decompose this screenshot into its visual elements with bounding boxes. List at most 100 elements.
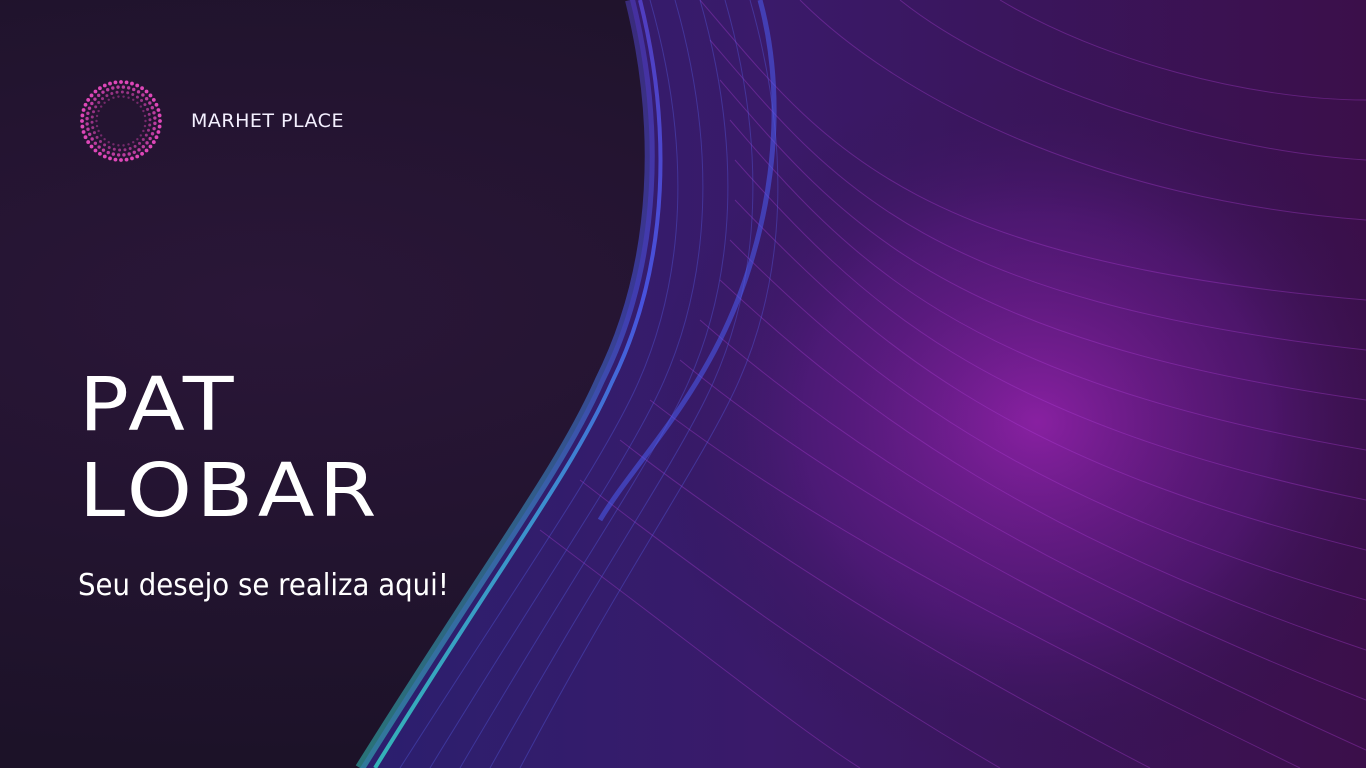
logo-dot (135, 83, 140, 88)
logo-dot (139, 105, 143, 108)
logo-dot (95, 114, 99, 118)
logo-dot (118, 148, 122, 152)
logo-dot (151, 140, 156, 144)
logo-dot (144, 133, 148, 137)
logo-dot (90, 120, 94, 124)
logo-dot (107, 146, 111, 150)
logo-dot (108, 156, 112, 161)
presentation-slide: MARHET PLACE PAT LOBAR Seu desejo se rea… (0, 0, 1366, 768)
logo-dot (111, 152, 116, 156)
tagline: Seu desejo se realiza aqui! (78, 568, 449, 603)
logo-dot (111, 86, 115, 90)
logo-dot (146, 107, 150, 111)
logo-dot (140, 151, 144, 156)
logo-dot (95, 119, 98, 123)
logo-dot (97, 109, 100, 113)
logo-dot (135, 154, 140, 159)
logo-dot (127, 96, 130, 99)
logo-dot (80, 119, 84, 123)
logo-dot (97, 100, 101, 104)
page-title: PAT LOBAR (79, 362, 381, 534)
logo-dot (102, 154, 107, 159)
logo-dot (83, 102, 88, 107)
logo-dot (103, 143, 107, 147)
logo-dot (148, 101, 152, 105)
logo-dot (119, 80, 123, 84)
logo-dot (150, 106, 154, 110)
logo-dot (85, 116, 89, 121)
logo-dot (89, 144, 94, 149)
logo-dot (147, 112, 151, 116)
logo-dot (133, 144, 137, 148)
logo-dot (136, 101, 139, 104)
logo-dot (112, 96, 115, 99)
logo-dot (127, 143, 130, 146)
logo-dot (88, 132, 92, 136)
logo-dot (101, 148, 106, 152)
logo-dot (156, 108, 161, 112)
logo-dot (90, 101, 94, 106)
logo-dot (150, 132, 155, 136)
logo-dot (85, 122, 89, 126)
logo-dot (93, 148, 98, 153)
logo-dot (115, 90, 119, 94)
logo-dot (92, 131, 96, 135)
logo-dot (127, 152, 131, 156)
logo-dot (98, 139, 102, 143)
logo-dot (142, 109, 145, 113)
logo-dot (112, 147, 116, 151)
logo-dot (128, 147, 132, 151)
logo-dot (141, 138, 145, 142)
logo-dot (99, 105, 103, 108)
logo-dot (132, 98, 135, 101)
logo-dot (130, 156, 134, 161)
logo-dot (97, 129, 100, 133)
logo-dot (124, 157, 129, 162)
logo-dot (148, 123, 152, 127)
logo-dot (99, 134, 103, 137)
title-line-1: PAT (79, 362, 239, 448)
logo-dot (137, 148, 141, 152)
logo-dot (135, 95, 139, 99)
dotted-ring-icon (80, 80, 162, 162)
logo-dot (80, 113, 85, 118)
logo-dot (107, 141, 110, 144)
logo-dot (110, 91, 114, 95)
logo-dot (93, 97, 97, 101)
logo-dot (123, 148, 127, 152)
logo-dot (89, 93, 94, 98)
logo-dot (93, 141, 98, 145)
logo-dot (142, 129, 145, 133)
logo-dot (141, 93, 145, 97)
logo-dot (132, 87, 136, 92)
logo-dot (148, 144, 153, 149)
logo-dot (103, 101, 106, 104)
logo-dot (144, 119, 147, 123)
logo-dot (112, 143, 115, 146)
logo-dot (87, 106, 92, 110)
logo-dot (140, 99, 144, 103)
logo-dot (148, 136, 152, 141)
logo-dot (116, 153, 121, 157)
logo-dot (95, 135, 99, 139)
logo-dot (90, 115, 94, 119)
logo-dot (154, 135, 159, 140)
logo-dot (144, 97, 149, 101)
logo-dot (144, 89, 149, 94)
logo-dot (157, 124, 162, 129)
logo-dot (97, 145, 101, 149)
logo-dot (92, 110, 96, 114)
logo-dot (122, 95, 125, 98)
logo-dot (113, 80, 118, 85)
logo-dot (154, 102, 159, 107)
logo-dot (97, 93, 101, 98)
logo-dot (157, 113, 162, 118)
logo-dot (132, 141, 135, 144)
logo-dot (124, 80, 129, 85)
logo-dot (119, 158, 123, 162)
logo-dot (98, 86, 102, 91)
logo-dot (140, 86, 144, 91)
logo-dot (145, 141, 149, 145)
logo-dot (152, 126, 156, 131)
logo-dot (94, 105, 98, 109)
